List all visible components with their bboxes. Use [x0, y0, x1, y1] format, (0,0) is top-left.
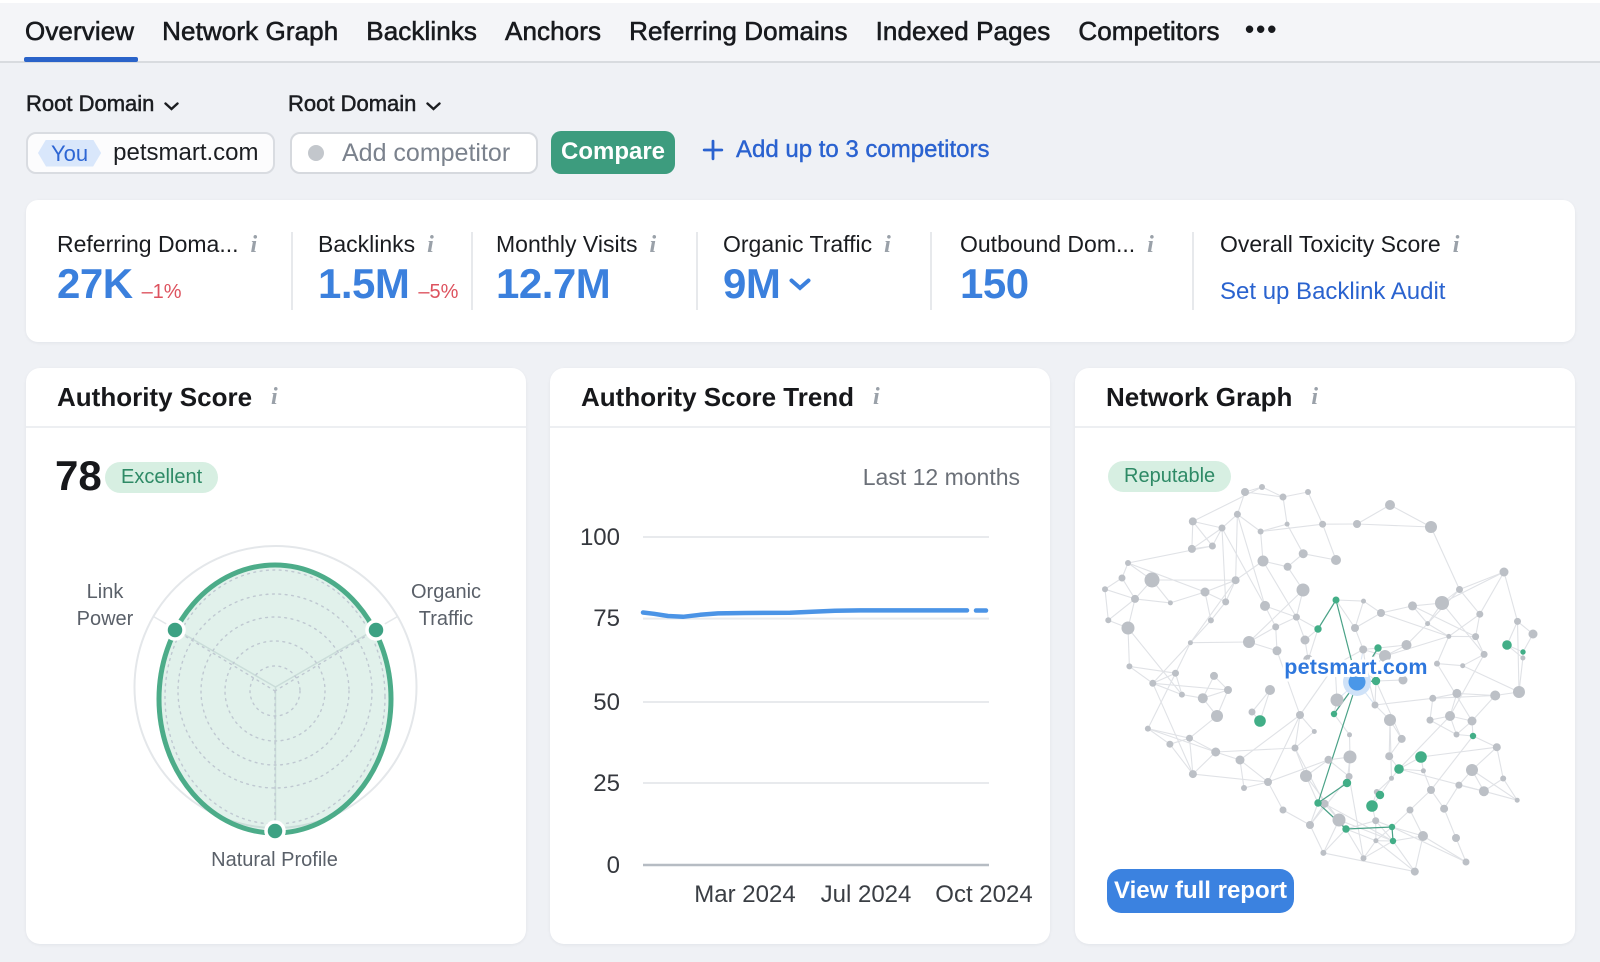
svg-text:Oct 2024: Oct 2024: [935, 881, 1032, 908]
svg-text:Jul 2024: Jul 2024: [821, 881, 912, 908]
svg-text:Power: Power: [77, 608, 134, 630]
svg-text:Natural Profile: Natural Profile: [211, 849, 338, 871]
svg-text:Mar 2024: Mar 2024: [694, 881, 795, 908]
svg-text:Traffic: Traffic: [419, 608, 473, 630]
svg-text:Link: Link: [87, 581, 125, 603]
svg-text:0: 0: [607, 852, 620, 879]
svg-text:100: 100: [580, 524, 620, 551]
svg-text:25: 25: [593, 770, 620, 797]
svg-text:petsmart.com: petsmart.com: [1284, 655, 1427, 679]
svg-text:50: 50: [593, 689, 620, 716]
svg-text:75: 75: [593, 605, 620, 632]
svg-text:Organic: Organic: [411, 581, 481, 603]
